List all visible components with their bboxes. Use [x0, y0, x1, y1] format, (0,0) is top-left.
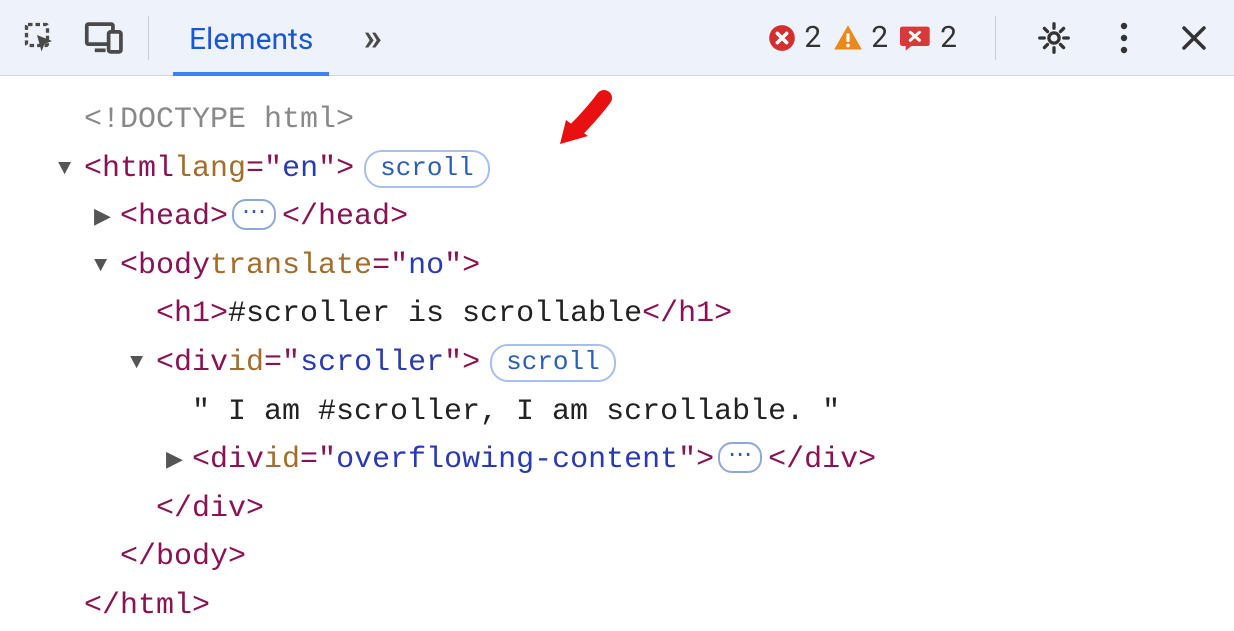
- issues-icon: [900, 24, 932, 52]
- toolbar-right: [1020, 18, 1214, 58]
- ellipsis-badge[interactable]: ⋯: [232, 199, 276, 229]
- dom-line-doctype[interactable]: <!DOCTYPE html>: [30, 96, 1234, 145]
- warning-icon: [833, 24, 863, 52]
- dom-line-html-close[interactable]: </html>: [30, 582, 1234, 631]
- warnings-count-value: 2: [871, 20, 888, 55]
- errors-count-value: 2: [804, 20, 821, 55]
- dom-line-html-open[interactable]: ▼ <html lang="en"> scroll: [30, 145, 1234, 194]
- kebab-menu-icon[interactable]: [1104, 18, 1144, 58]
- dom-line-text-node[interactable]: " I am #scroller, I am scrollable. ": [30, 388, 1234, 437]
- expand-toggle-icon[interactable]: ▶: [166, 443, 192, 479]
- issues-count[interactable]: 2: [900, 20, 957, 55]
- doctype-text: <!DOCTYPE html>: [84, 96, 354, 145]
- dom-line-div-scroller-close[interactable]: </div>: [30, 485, 1234, 534]
- settings-icon[interactable]: [1034, 18, 1074, 58]
- toolbar-left: Elements »: [20, 2, 392, 74]
- dom-line-body-open[interactable]: ▼ <body translate="no">: [30, 242, 1234, 291]
- expand-toggle-icon[interactable]: ▼: [58, 151, 84, 187]
- expand-toggle-icon[interactable]: ▶: [94, 200, 120, 236]
- device-toggle-icon[interactable]: [84, 18, 124, 58]
- dom-line-h1[interactable]: <h1>#scroller is scrollable</h1>: [30, 290, 1234, 339]
- inspect-element-icon[interactable]: [20, 18, 60, 58]
- ellipsis-badge[interactable]: ⋯: [718, 442, 762, 472]
- dom-line-div-scroller-open[interactable]: ▼ <div id="scroller"> scroll: [30, 339, 1234, 388]
- error-icon: [768, 24, 796, 52]
- devtools-toolbar: Elements » 2 2: [0, 0, 1234, 76]
- warnings-count[interactable]: 2: [833, 20, 888, 55]
- errors-count[interactable]: 2: [768, 20, 821, 55]
- more-tabs-button[interactable]: »: [353, 19, 392, 57]
- elements-tree: <!DOCTYPE html> ▼ <html lang="en"> scrol…: [0, 76, 1234, 631]
- dom-line-div-overflowing[interactable]: ▶ <div id="overflowing-content"> ⋯ </div…: [30, 436, 1234, 485]
- issues-count-value: 2: [940, 20, 957, 55]
- status-counts: 2 2 2: [768, 20, 957, 55]
- toolbar-divider: [148, 16, 149, 60]
- expand-toggle-icon[interactable]: ▼: [130, 345, 156, 381]
- dom-line-body-close[interactable]: </body>: [30, 533, 1234, 582]
- close-icon[interactable]: [1174, 18, 1214, 58]
- dom-line-head[interactable]: ▶ <head> ⋯ </head>: [30, 193, 1234, 242]
- tab-elements[interactable]: Elements: [173, 2, 329, 74]
- toolbar-divider: [995, 16, 996, 60]
- expand-toggle-icon[interactable]: ▼: [94, 248, 120, 284]
- scroll-badge[interactable]: scroll: [364, 150, 490, 188]
- arrow-annotation-icon: [546, 86, 616, 174]
- scroll-badge[interactable]: scroll: [490, 344, 616, 382]
